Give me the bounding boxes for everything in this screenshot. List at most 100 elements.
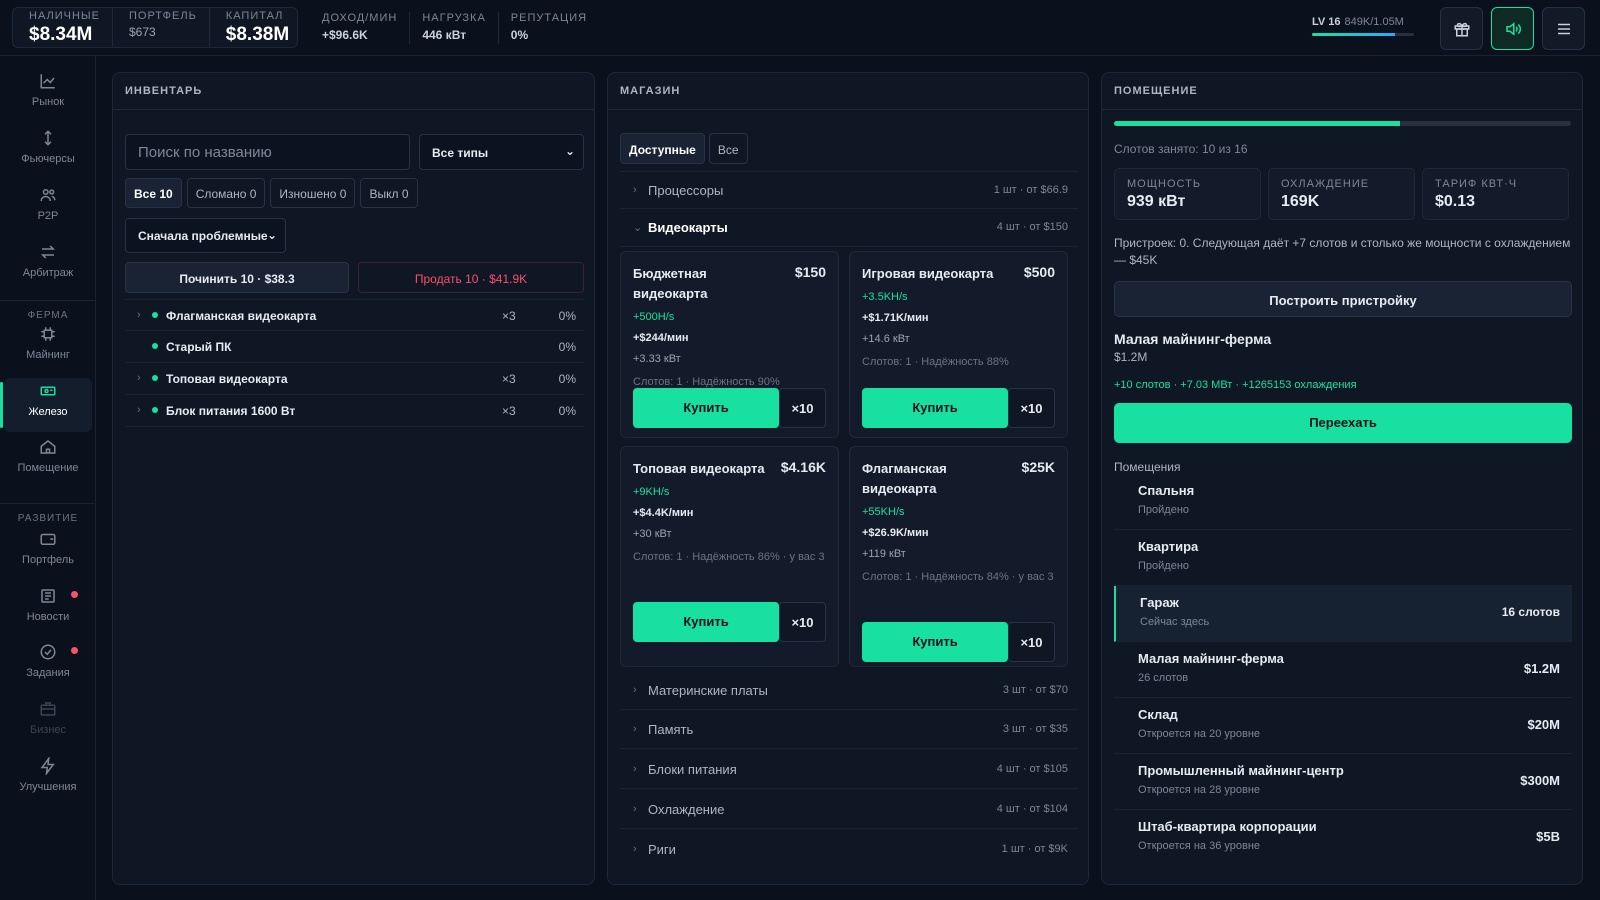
category-motherboards[interactable]: › Материнские платы 3 шт · от $70 [620,672,1078,710]
filter-broken[interactable]: Сломано 0 [186,178,266,208]
level-progress-bar [1312,33,1414,36]
sidebar-item-label: Новости [26,611,70,623]
sidebar-item-tasks[interactable]: Задания [4,639,92,693]
rooms-heading: Помещения [1114,460,1181,474]
inventory-row[interactable]: › Флагманская видеокарта ×3 0% [125,299,584,331]
filter-off[interactable]: Выкл 0 [360,178,418,208]
inventory-row[interactable]: › Блок питания 1600 Вт ×3 0% [125,395,584,427]
room-row[interactable]: Спальня Пройдено [1114,474,1572,530]
room-status: Откроется на 36 уровне [1138,840,1261,852]
sidebar-item-label: Улучшения [19,781,77,793]
category-psu[interactable]: › Блоки питания 4 шт · от $105 [620,751,1078,789]
sidebar-item-premises[interactable]: Помещение [4,434,92,488]
gift-button[interactable] [1440,7,1483,50]
room-row[interactable]: Квартира Пройдено [1114,530,1572,586]
load-label: НАГРУЗКА [422,12,486,24]
product-meta: Слотов: 1 · Надёжность 84% · у вас 3 [862,571,1054,583]
buy-button[interactable]: Купить [633,388,779,428]
room-row[interactable]: Малая майнинг-ферма 26 слотов $1.2M [1114,642,1572,698]
next-room-bonus: +10 слотов · +7.03 МВт · +1265153 охлажд… [1114,379,1357,391]
category-memory[interactable]: › Память 3 шт · от $35 [620,711,1078,749]
next-room-name: Малая майнинг-ферма [1114,331,1272,347]
rooms-list: Спальня Пройдено Квартира Пройдено Гараж… [1114,474,1572,866]
item-wear: 0% [558,404,576,418]
type-select[interactable]: Все типы ⌄ [419,134,584,170]
product-hashrate: +3.5KH/s [862,291,908,303]
inventory-panel: ИНВЕНТАРЬ Поиск по названию Все типы ⌄ В… [112,72,595,885]
room-value: 16 слотов [1501,605,1560,619]
buy-button[interactable]: Купить [862,388,1008,428]
room-row-current[interactable]: Гараж Сейчас здесь 16 слотов [1114,586,1572,642]
portfolio-label: ПОРТФЕЛЬ [129,10,197,22]
sidebar-item-hardware[interactable]: Железо [0,378,92,432]
buy-button[interactable]: Купить [862,622,1008,662]
move-button[interactable]: Переехать [1114,403,1572,443]
sell-all-button[interactable]: Продать 10 · $41.9K [358,262,584,293]
category-info: 4 шт · от $105 [996,763,1068,775]
sidebar-item-mining[interactable]: Майнинг [4,321,92,375]
category-cooling[interactable]: › Охлаждение 4 шт · от $104 [620,791,1078,829]
buy-button[interactable]: Купить [633,602,779,642]
sound-button[interactable] [1491,7,1534,50]
sidebar-item-arbitrage[interactable]: Арбитраж [4,239,92,293]
filter-worn[interactable]: Изношено 0 [270,178,356,208]
income-stat: ДОХОД/МИН +$96.6K [310,12,411,44]
reputation-stat: РЕПУТАЦИЯ 0% [499,12,599,44]
category-info: 3 шт · от $70 [1002,684,1068,696]
sidebar-item-label: Портфель [22,554,74,566]
category-name: Видеокарты [648,220,728,235]
chevron-right-icon: › [137,372,141,384]
sidebar-item-market[interactable]: Рынок [4,68,92,122]
inventory-row[interactable]: Старый ПК 0% [125,331,584,363]
sidebar-item-label: Майнинг [26,349,70,361]
sidebar-section-farm: ФЕРМА [0,300,96,321]
item-wear: 0% [558,309,576,323]
build-annex-button[interactable]: Построить пристройку [1114,281,1572,317]
category-gpu[interactable]: ⌄ Видеокарты 4 шт · от $150 [620,209,1078,247]
sidebar-item-label: Помещение [17,462,79,474]
capital-value: $8.38M [225,24,290,45]
product-card: Топовая видеокарта $4.16K +9KH/s +$4.4K/… [620,446,839,667]
menu-button[interactable] [1542,7,1585,50]
product-card: Бюджетная видеокарта $150 +500H/s +$244/… [620,251,839,438]
sidebar-item-upgrades[interactable]: Улучшения [4,753,92,807]
shop-panel: МАГАЗИН Доступные Все › Процессоры 1 шт … [607,72,1089,885]
filter-all[interactable]: Все 10 [125,178,182,208]
chevron-down-icon: ⌄ [633,222,643,234]
chevron-right-icon: › [633,803,637,815]
buy-x10-button[interactable]: ×10 [779,602,826,642]
buy-x10-button[interactable]: ×10 [779,388,826,428]
category-cpu[interactable]: › Процессоры 1 шт · от $66.9 [620,171,1078,209]
search-input[interactable]: Поиск по названию [125,134,410,170]
room-row[interactable]: Склад Откроется на 20 уровне $20M [1114,698,1572,754]
tab-all[interactable]: Все [708,133,748,164]
sidebar-item-portfolio[interactable]: Портфель [4,526,92,580]
item-name: Блок питания 1600 Вт [166,404,296,418]
inventory-row[interactable]: › Топовая видеокарта ×3 0% [125,363,584,395]
category-rigs[interactable]: › Риги 1 шт · от $9K [620,831,1078,869]
stat-value: $0.13 [1435,193,1476,210]
sidebar-item-futures[interactable]: Фьючерсы [4,125,92,179]
room-status: Сейчас здесь [1140,616,1210,628]
level-progress-fill [1312,33,1395,36]
product-power: +14.6 кВт [862,333,910,345]
sort-select[interactable]: Сначала проблемные ⌄ [125,218,286,253]
room-row[interactable]: Промышленный майнинг-центр Откроется на … [1114,754,1572,810]
category-name: Охлаждение [648,802,725,817]
buy-x10-button[interactable]: ×10 [1008,388,1055,428]
buy-x10-button[interactable]: ×10 [1008,622,1055,662]
sidebar-item-news[interactable]: Новости [4,583,92,637]
cash-value: $8.34M [29,24,93,45]
room-name: Спальня [1138,483,1195,498]
next-room-price: $1.2M [1114,350,1148,364]
tab-available[interactable]: Доступные [620,133,705,164]
room-row[interactable]: Штаб-квартира корпорации Откроется на 36… [1114,810,1572,866]
repair-all-button[interactable]: Починить 10 · $38.3 [125,262,349,293]
portfolio-value: $673 [129,25,156,39]
chevron-right-icon: › [633,763,637,775]
category-name: Материнские платы [648,683,768,698]
product-meta: Слотов: 1 · Надёжность 88% [862,356,1009,368]
sidebar-item-p2p[interactable]: P2P [4,182,92,236]
sidebar-section-dev: РАЗВИТИЕ [0,503,96,524]
level-xp: 849K/1.05M [1344,16,1404,28]
